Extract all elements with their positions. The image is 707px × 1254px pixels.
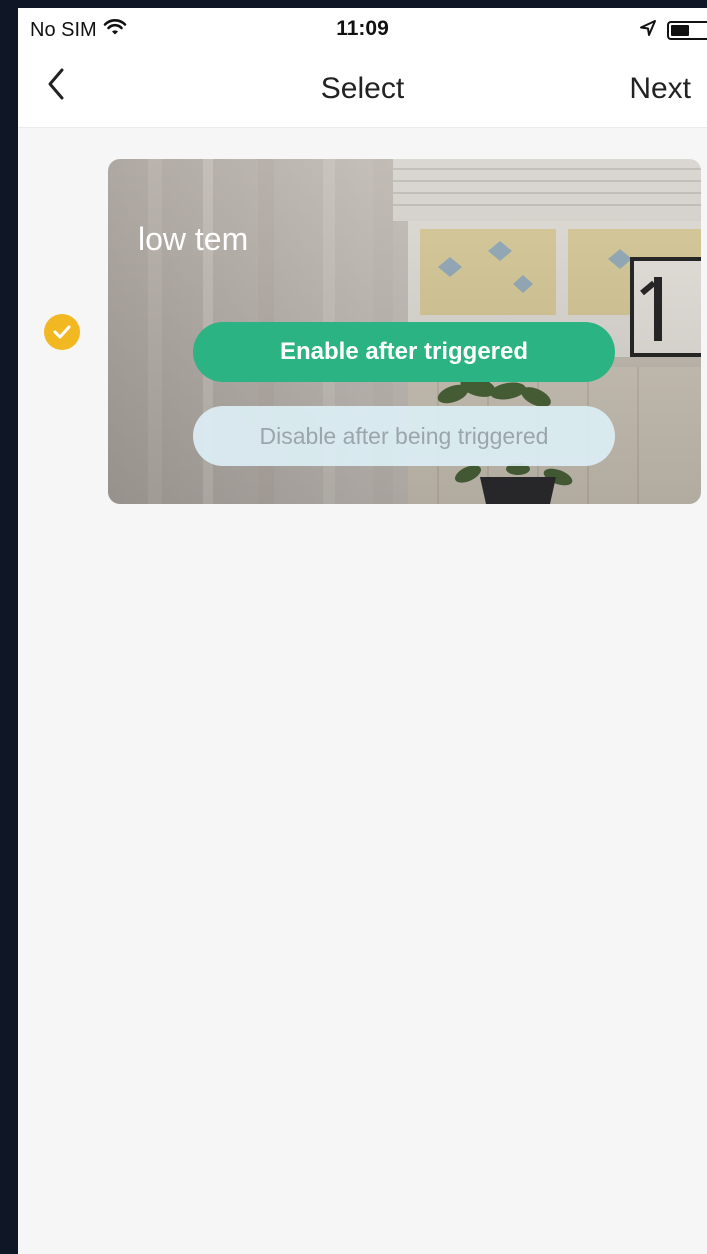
location-arrow-icon <box>639 19 657 42</box>
scene-name: low tem <box>138 221 249 257</box>
page-title: Select <box>320 72 405 105</box>
enable-after-triggered-button[interactable]: Enable after triggered <box>193 322 615 382</box>
battery-icon <box>667 21 707 40</box>
scene-card[interactable]: low tem Enable after triggered Disable a… <box>108 159 701 504</box>
status-time: 11:09 <box>336 17 389 40</box>
status-bar: No SIM 11:09 <box>18 8 707 48</box>
navigation-bar: Select Next <box>18 48 707 128</box>
next-button[interactable]: Next <box>629 72 691 106</box>
phone-screen: No SIM 11:09 Select Next low tem Enable … <box>18 8 707 1254</box>
disable-after-triggered-button[interactable]: Disable after being triggered <box>193 406 615 466</box>
status-right-icons <box>639 19 707 42</box>
selected-checkmark-icon[interactable] <box>44 314 80 350</box>
